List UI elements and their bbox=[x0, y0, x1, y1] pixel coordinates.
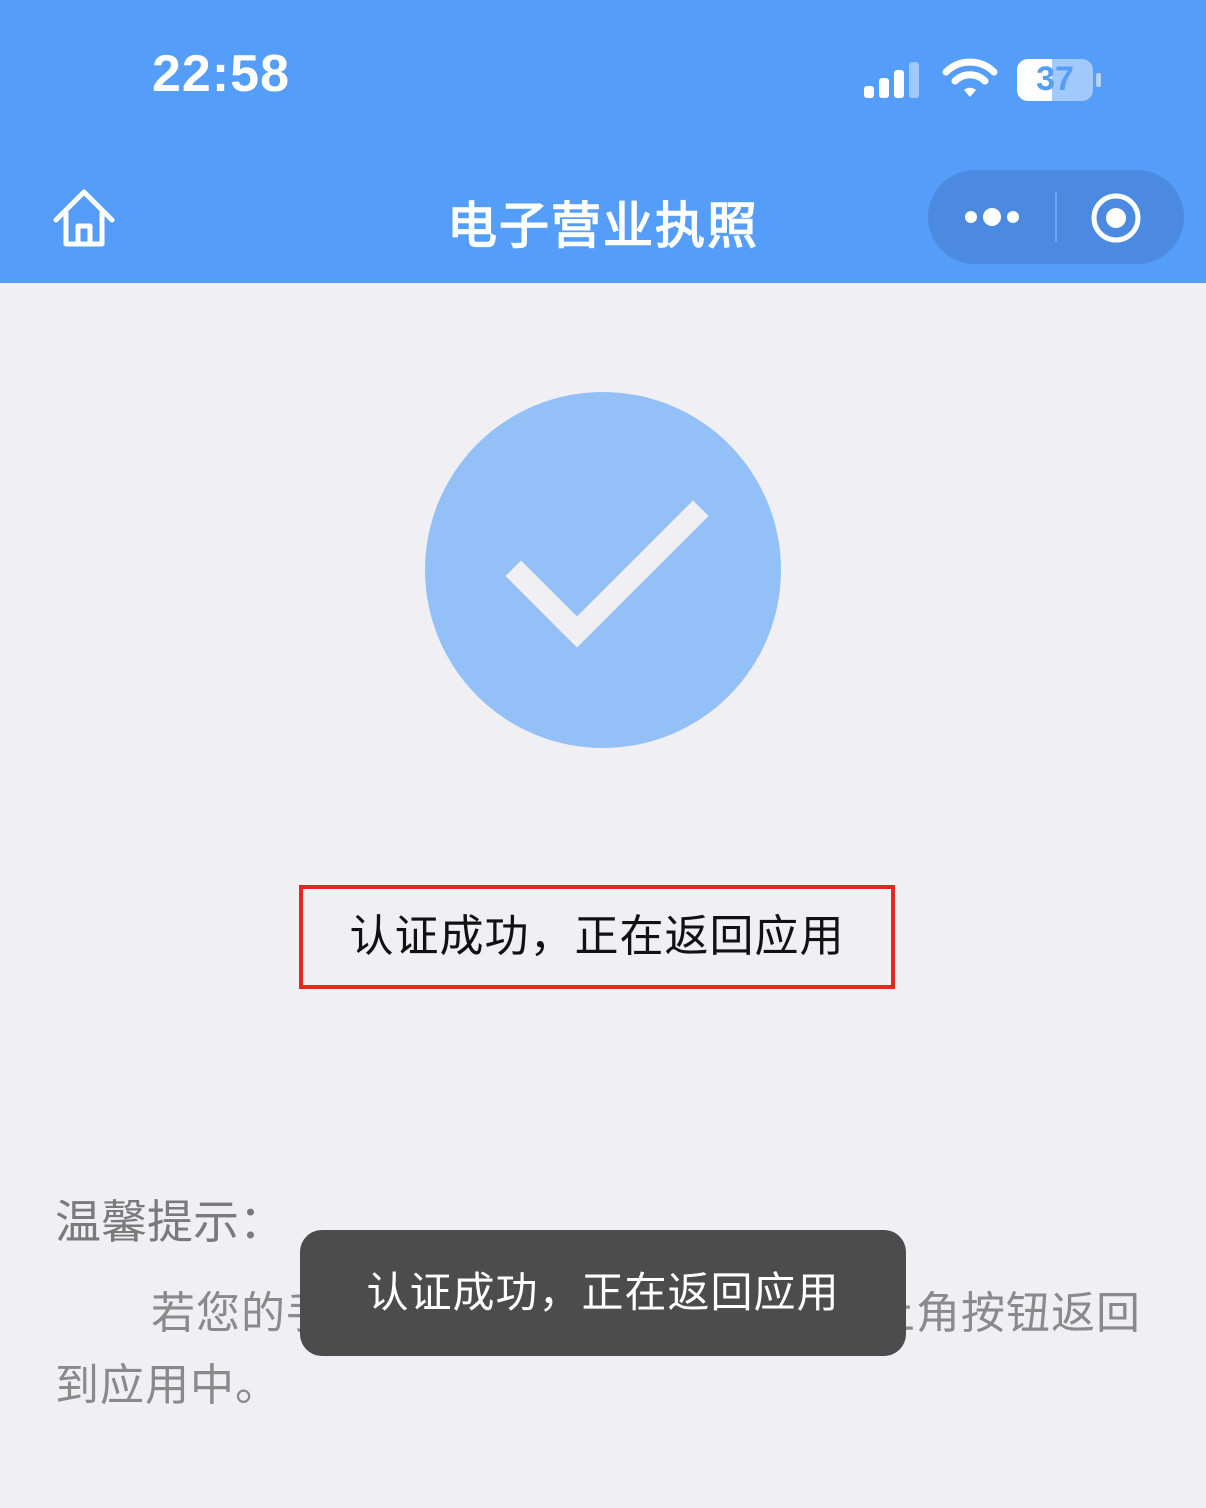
toast-message: 认证成功，正在返回应用 bbox=[366, 1268, 840, 1317]
capsule-menu bbox=[928, 170, 1184, 264]
toast: 认证成功，正在返回应用 bbox=[300, 1230, 906, 1356]
tips-title: 温馨提示： bbox=[55, 1195, 285, 1249]
more-dots-icon[interactable] bbox=[958, 192, 1028, 242]
signal-bars-icon bbox=[864, 62, 919, 98]
result-message: 认证成功，正在返回应用 bbox=[349, 911, 845, 962]
close-target-icon[interactable] bbox=[1088, 190, 1144, 246]
wifi-icon bbox=[942, 58, 998, 97]
capsule-divider bbox=[1055, 192, 1057, 242]
app-header: 22:58 37 电子营业执照 bbox=[0, 0, 1206, 283]
battery-level: 37 bbox=[1036, 60, 1074, 98]
check-circle-icon bbox=[425, 392, 781, 748]
status-time: 22:58 bbox=[152, 45, 290, 103]
